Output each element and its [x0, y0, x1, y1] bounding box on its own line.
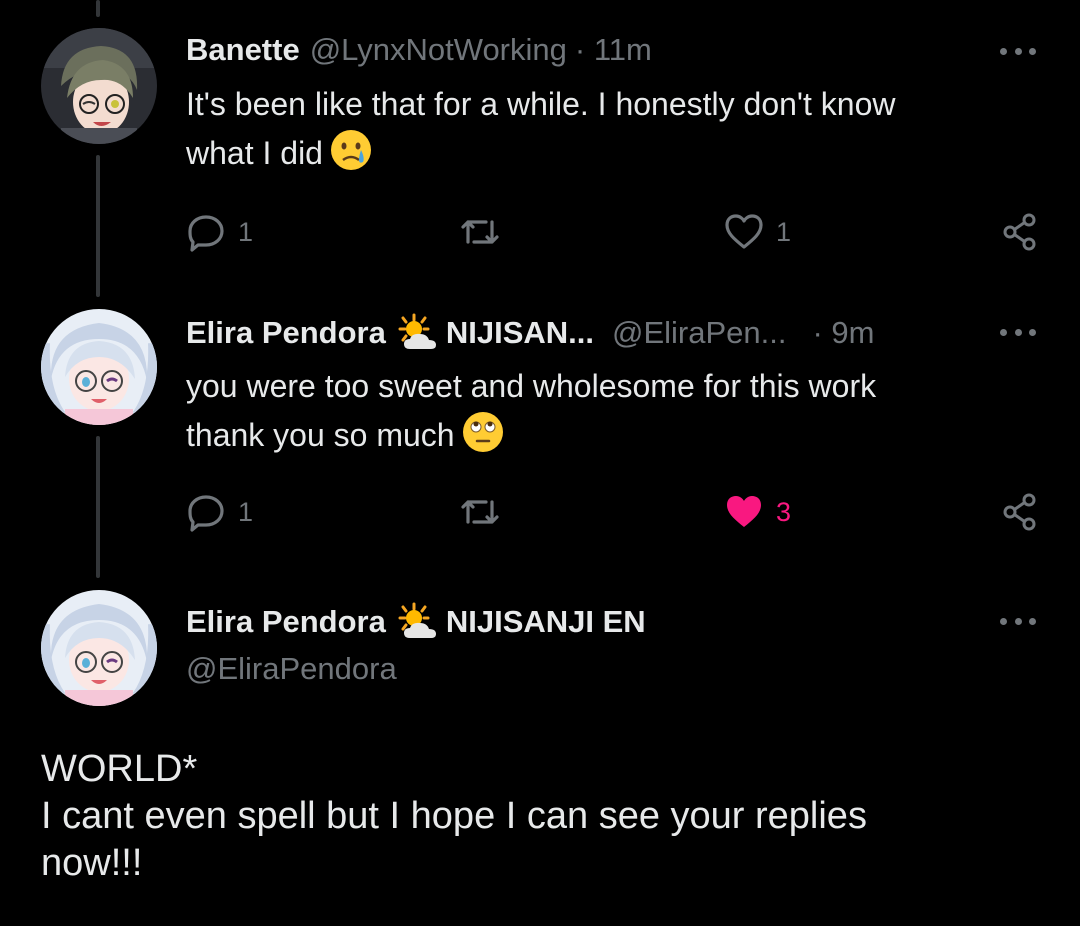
heart-icon	[725, 214, 763, 249]
thread-line	[96, 155, 100, 297]
thread-line	[96, 0, 100, 17]
rolling-eyes-emoji-icon	[461, 410, 505, 454]
more-options-icon[interactable]	[1000, 326, 1036, 338]
thread-line	[96, 436, 100, 578]
more-options-icon[interactable]	[1000, 45, 1036, 57]
action-bar: 1 1	[186, 212, 1046, 252]
reply-text-line: you were too sweet and wholesome for thi…	[186, 368, 877, 404]
reply-button[interactable]: 1	[186, 212, 253, 252]
reply-text-line: what I did	[186, 135, 323, 171]
reply-text-line: It's been like that for a while. I hones…	[186, 86, 896, 122]
post-text: WORLD* I cant even spell but I hope I ca…	[41, 746, 1041, 887]
heart-filled-icon	[727, 496, 761, 527]
reply-text: It's been like that for a while. I hones…	[186, 80, 1046, 177]
repost-icon	[461, 500, 499, 524]
avatar[interactable]	[41, 590, 157, 706]
reply-icon	[188, 215, 224, 252]
post-time[interactable]: · 9m	[813, 315, 875, 351]
reply-text-line: thank you so much	[186, 417, 455, 453]
like-button[interactable]: 3	[724, 492, 791, 532]
post-text-line: now!!!	[41, 842, 143, 884]
post-header: Elira Pendora NIJISANJI EN	[186, 602, 646, 642]
share-icon	[1003, 493, 1036, 531]
sun-behind-cloud-emoji-icon	[396, 602, 440, 642]
share-icon	[1003, 213, 1036, 251]
author-handle[interactable]: @EliraPendora	[186, 651, 397, 687]
author-name[interactable]: Banette	[186, 32, 300, 68]
author-name[interactable]: Elira Pendora	[186, 604, 386, 640]
post-time[interactable]: · 11m	[575, 32, 652, 68]
repost-icon	[461, 220, 499, 244]
reply-button[interactable]: 1	[186, 492, 253, 532]
avatar[interactable]	[41, 28, 157, 144]
action-bar: 1 3	[186, 492, 1046, 532]
reply-text: you were too sweet and wholesome for thi…	[186, 362, 1046, 459]
author-handle[interactable]: @EliraPen...	[612, 315, 786, 351]
post-text-line: WORLD*	[41, 748, 198, 790]
like-count: 3	[776, 496, 792, 527]
share-button[interactable]	[1000, 212, 1040, 252]
post-text-line: I cant even spell but I hope I can see y…	[41, 795, 867, 837]
author-name[interactable]: Elira Pendora	[186, 315, 386, 351]
author-affiliation[interactable]: NIJISAN...	[446, 315, 594, 351]
crying-face-emoji-icon	[329, 128, 373, 172]
share-button[interactable]	[1000, 492, 1040, 532]
reply-icon	[188, 495, 224, 532]
like-button[interactable]: 1	[724, 212, 791, 252]
avatar[interactable]	[41, 309, 157, 425]
reply-count: 1	[238, 496, 254, 527]
author-affiliation[interactable]: NIJISANJI EN	[446, 604, 646, 640]
sun-behind-cloud-emoji-icon	[396, 313, 440, 353]
reply-count: 1	[238, 216, 254, 247]
like-count: 1	[776, 216, 792, 247]
repost-button[interactable]	[460, 212, 500, 252]
reply-header: Banette @LynxNotWorking · 11m	[186, 32, 652, 68]
more-options-icon[interactable]	[1000, 615, 1036, 627]
author-handle[interactable]: @LynxNotWorking	[310, 32, 567, 68]
repost-button[interactable]	[460, 492, 500, 532]
reply-header: Elira Pendora NIJISAN... @EliraPen... · …	[186, 313, 875, 353]
